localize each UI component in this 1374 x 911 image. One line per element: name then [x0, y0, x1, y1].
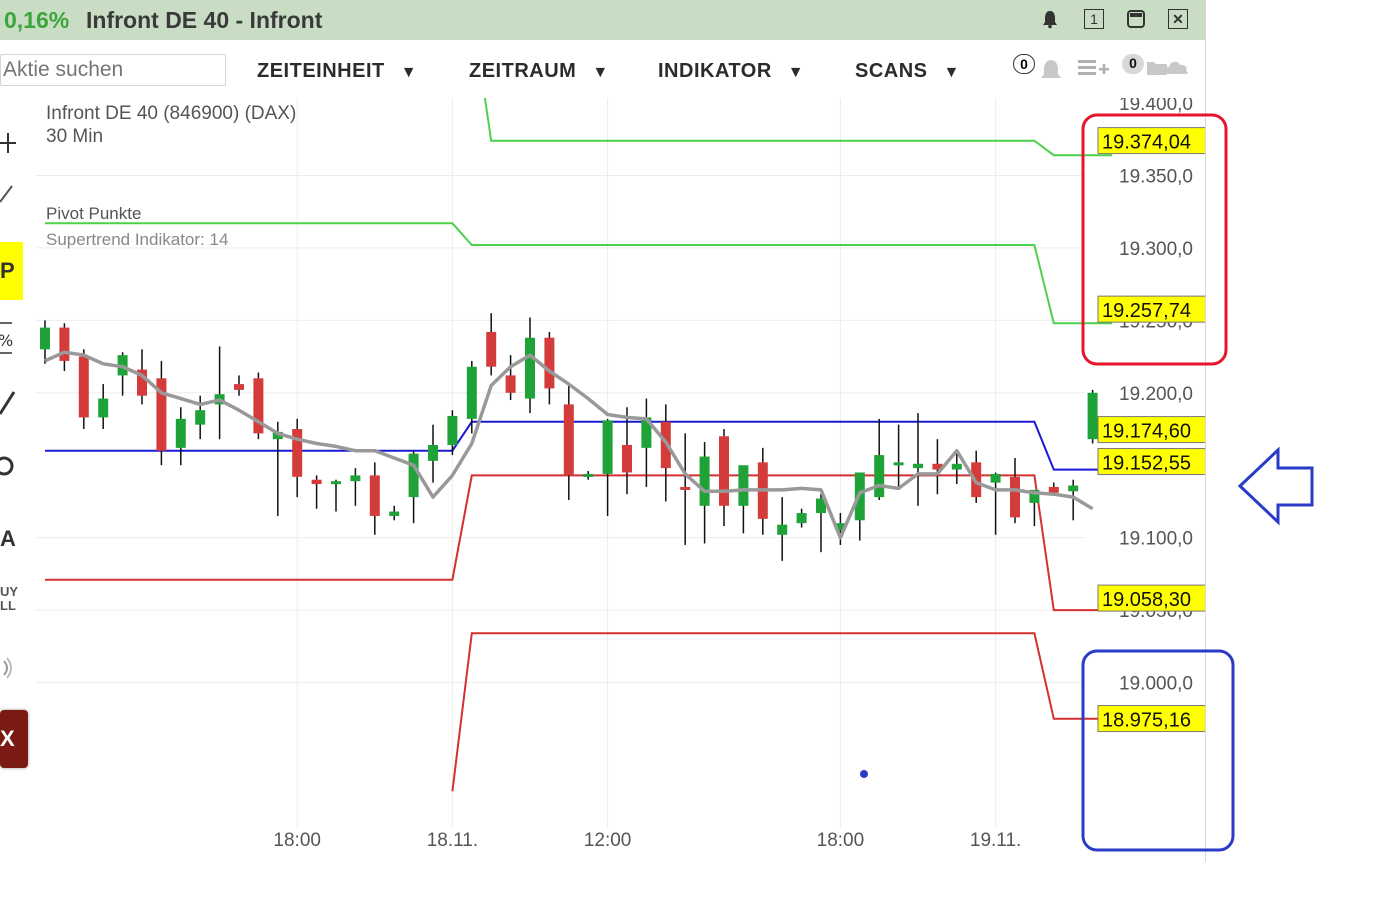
left-arrow-icon	[1237, 446, 1314, 526]
red-highlight-box	[1081, 113, 1228, 366]
blue-highlight-box	[1081, 649, 1235, 852]
annotations-overlay	[1081, 113, 1314, 852]
